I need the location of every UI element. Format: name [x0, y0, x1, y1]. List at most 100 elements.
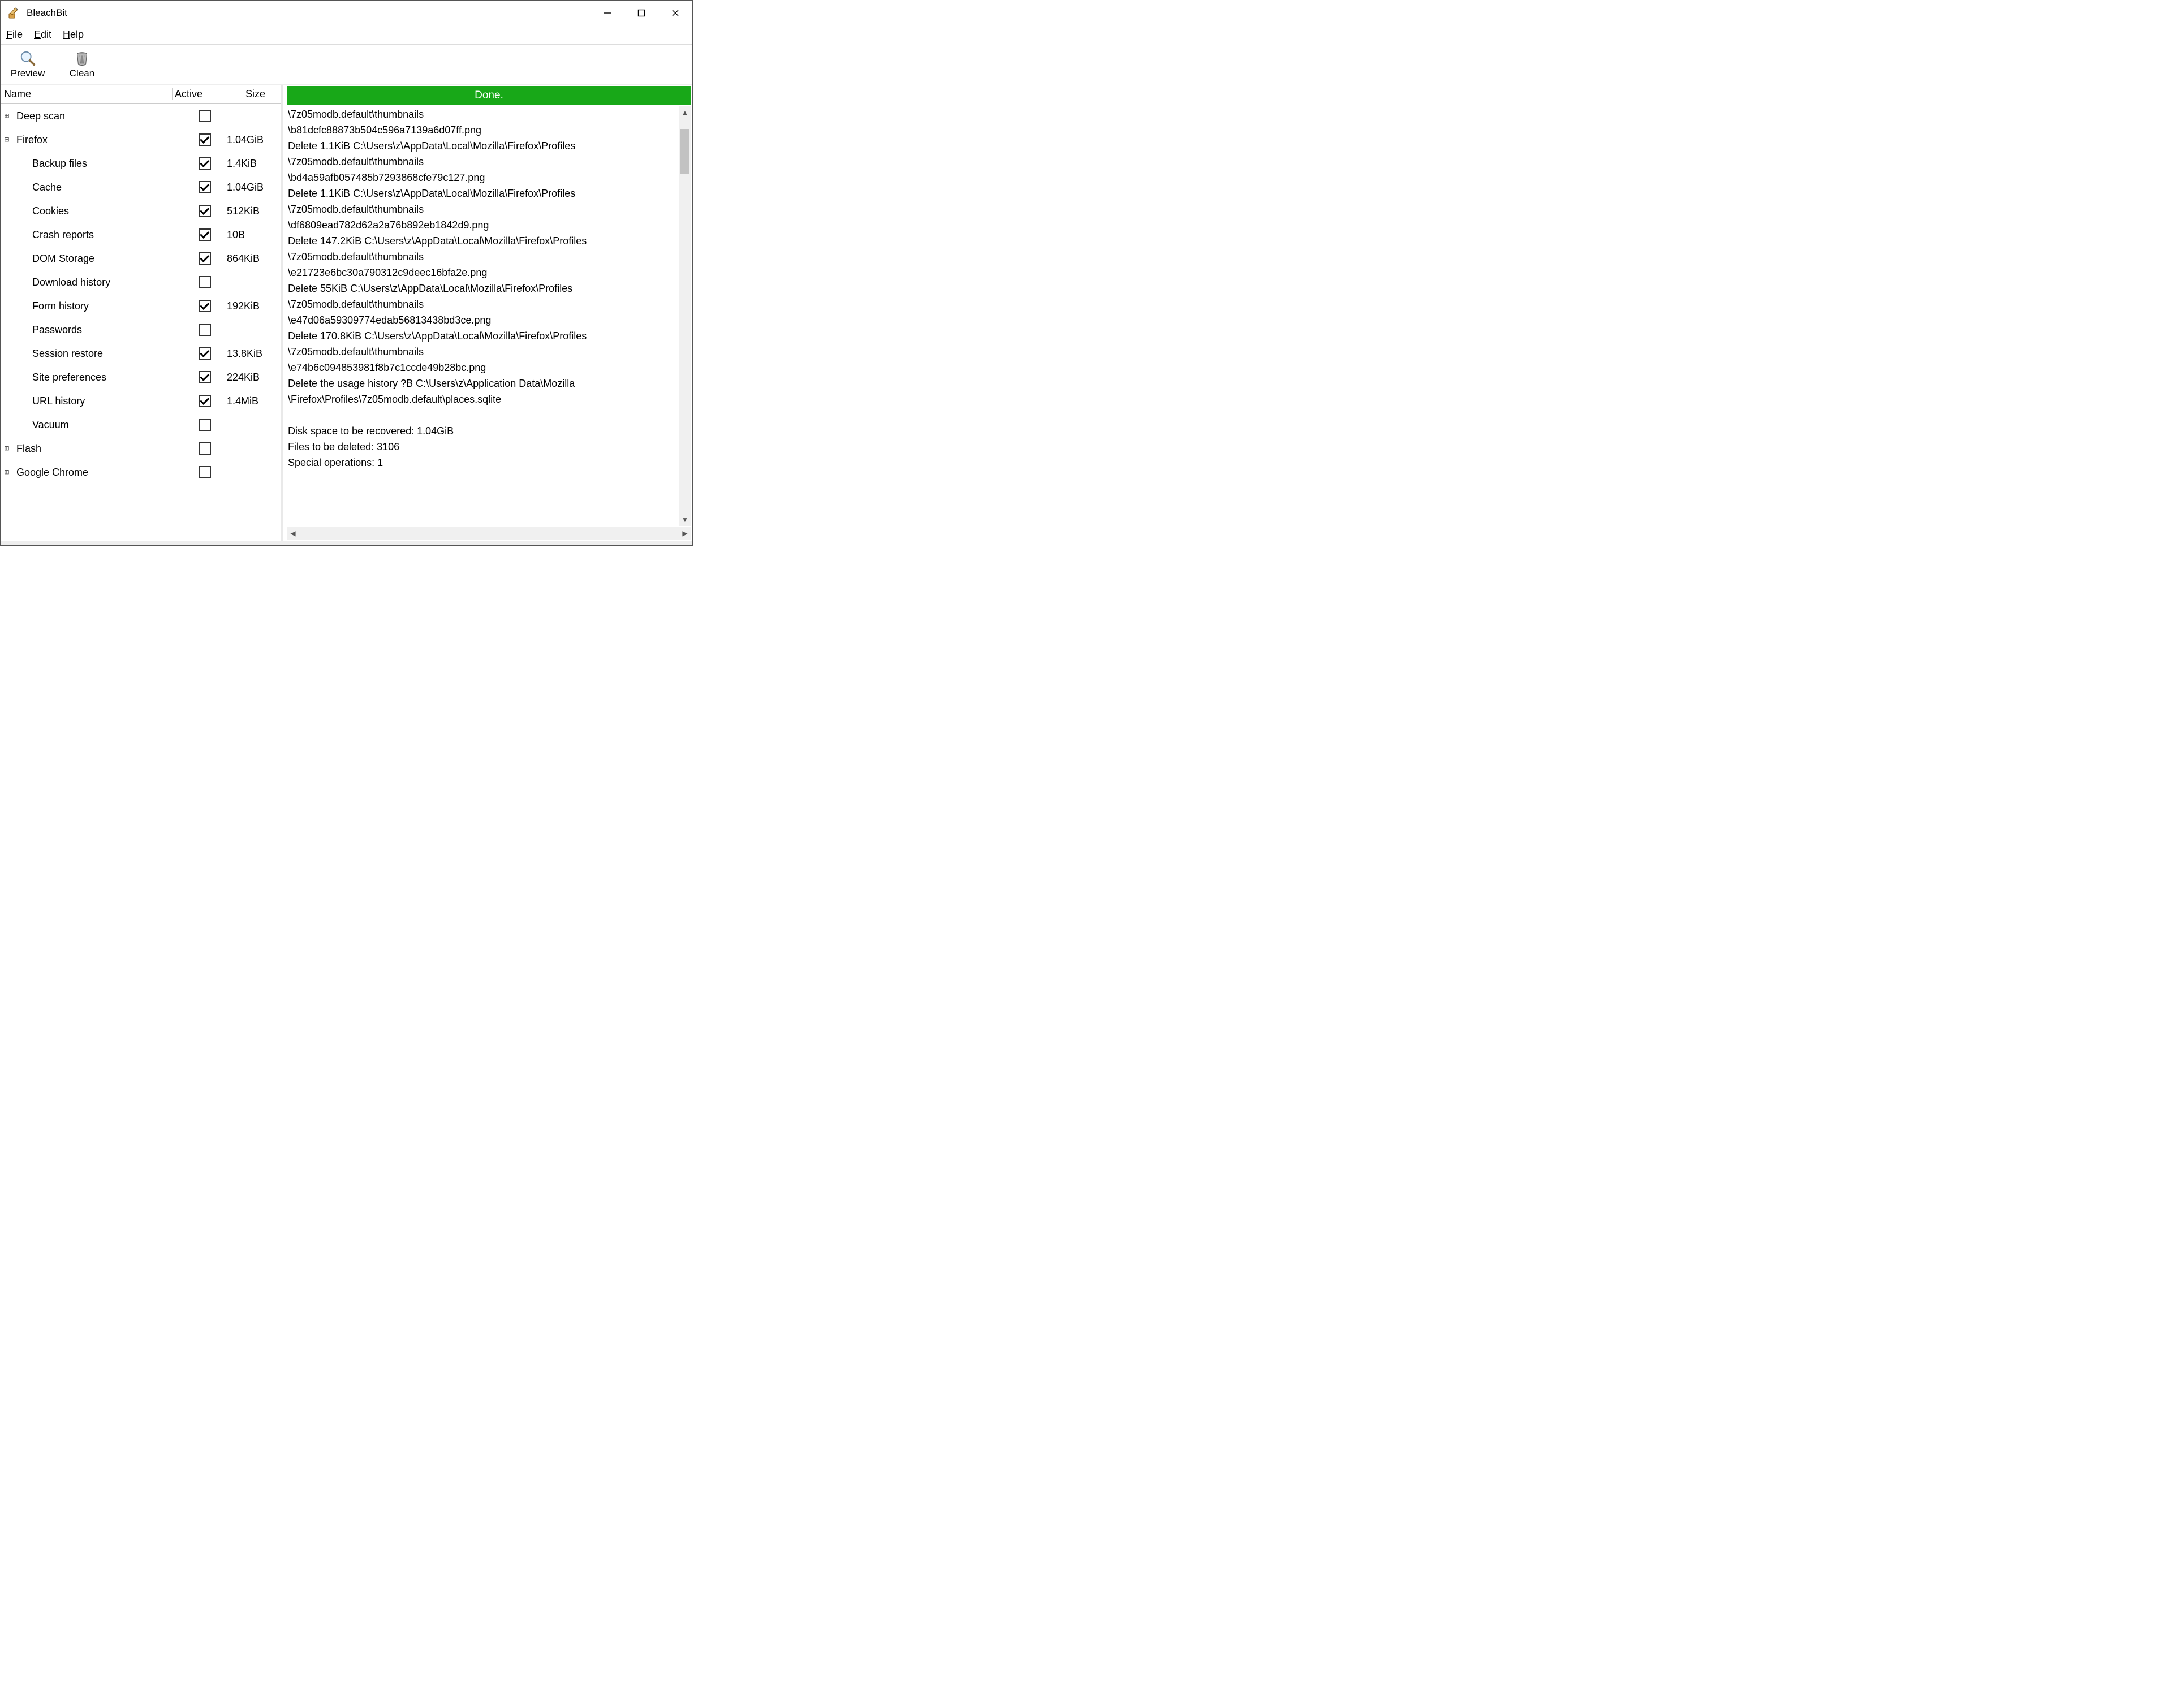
tree-row-label: Site preferences	[13, 372, 185, 383]
app-title: BleachBit	[27, 7, 67, 19]
main-split: Name Active Size ⊞Deep scan⊟Firefox1.04G…	[1, 84, 692, 541]
tree-row-checkbox-cell	[185, 110, 225, 122]
menu-file[interactable]: File	[6, 29, 23, 41]
collapse-icon[interactable]: ⊟	[1, 135, 13, 144]
tree-row[interactable]: Cache 1.04GiB	[1, 175, 281, 199]
tree-row[interactable]: Form history 192KiB	[1, 294, 281, 318]
tree-row-label: Passwords	[13, 324, 185, 336]
tree-header: Name Active Size	[1, 85, 281, 104]
tree-row[interactable]: Vacuum	[1, 413, 281, 437]
log-output[interactable]: \7z05modb.default\thumbnails \b81dcfc888…	[287, 106, 679, 526]
scroll-down-arrow-icon[interactable]: ▼	[679, 514, 691, 526]
tree-row-size: 13.8KiB	[225, 348, 281, 360]
tree-row-checkbox-cell	[185, 371, 225, 383]
checkbox[interactable]	[199, 110, 211, 122]
checkbox[interactable]	[199, 252, 211, 265]
clean-button[interactable]: Clean	[62, 50, 102, 79]
minimize-button[interactable]	[591, 2, 624, 24]
checkbox[interactable]	[199, 419, 211, 431]
checkbox[interactable]	[199, 466, 211, 478]
expand-icon[interactable]: ⊞	[1, 444, 13, 453]
tree-row-size: 1.4KiB	[225, 158, 281, 170]
tree-row-label: Form history	[13, 300, 185, 312]
tree-row-label: Backup files	[13, 158, 185, 170]
column-header-active[interactable]: Active	[173, 88, 212, 100]
tree-row-checkbox-cell	[185, 252, 225, 265]
menu-bar: File Edit Help	[1, 25, 692, 45]
checkbox[interactable]	[199, 395, 211, 407]
tree-row-label: Deep scan	[13, 110, 185, 122]
log-horizontal-scrollbar[interactable]: ◀ ▶	[287, 527, 691, 540]
progress-status: Done.	[287, 86, 691, 105]
close-button[interactable]	[658, 2, 692, 24]
tree-row[interactable]: ⊞Deep scan	[1, 104, 281, 128]
results-pane: Done. \7z05modb.default\thumbnails \b81d…	[283, 85, 692, 541]
checkbox[interactable]	[199, 300, 211, 312]
tree-row[interactable]: Download history	[1, 270, 281, 294]
tree-row[interactable]: Site preferences 224KiB	[1, 365, 281, 389]
column-header-size[interactable]: Size	[212, 88, 269, 100]
preview-button[interactable]: Preview	[7, 50, 48, 79]
tree-row[interactable]: ⊞Flash	[1, 437, 281, 460]
toolbar: Preview Clean	[1, 45, 692, 84]
tree-row-checkbox-cell	[185, 442, 225, 455]
checkbox[interactable]	[199, 276, 211, 288]
app-window: BleachBit File Edit Help Preview	[0, 0, 693, 546]
tree-row-size: 224KiB	[225, 372, 281, 383]
tree-row[interactable]: Session restore 13.8KiB	[1, 342, 281, 365]
checkbox[interactable]	[199, 133, 211, 146]
cleaner-tree-pane: Name Active Size ⊞Deep scan⊟Firefox1.04G…	[1, 85, 283, 541]
tree-row-checkbox-cell	[185, 466, 225, 478]
scroll-left-arrow-icon[interactable]: ◀	[287, 529, 299, 537]
tree-row-checkbox-cell	[185, 419, 225, 431]
tree-row-checkbox-cell	[185, 276, 225, 288]
tree-row-label: Cache	[13, 182, 185, 193]
tree-row-checkbox-cell	[185, 395, 225, 407]
tree-row-checkbox-cell	[185, 205, 225, 217]
tree-row[interactable]: Cookies 512KiB	[1, 199, 281, 223]
tree-row-checkbox-cell	[185, 347, 225, 360]
tree-row[interactable]: URL history1.4MiB	[1, 389, 281, 413]
tree-row[interactable]: ⊞Google Chrome	[1, 460, 281, 484]
tree-row-label: Cookies	[13, 205, 185, 217]
app-icon	[7, 6, 21, 20]
checkbox[interactable]	[199, 228, 211, 241]
tree-row-size: 192KiB	[225, 300, 281, 312]
menu-edit[interactable]: Edit	[34, 29, 51, 41]
checkbox[interactable]	[199, 157, 211, 170]
maximize-button[interactable]	[624, 2, 658, 24]
tree-row[interactable]: Backup files 1.4KiB	[1, 152, 281, 175]
scroll-thumb[interactable]	[680, 129, 689, 174]
checkbox[interactable]	[199, 347, 211, 360]
tree-row-size: 512KiB	[225, 205, 281, 217]
status-strip	[1, 541, 692, 545]
tree-row[interactable]: DOM Storage864KiB	[1, 247, 281, 270]
tree-row-label: Flash	[13, 443, 185, 455]
tree-row-size: 1.04GiB	[225, 182, 281, 193]
log-vertical-scrollbar[interactable]: ▲ ▼	[679, 106, 691, 526]
checkbox[interactable]	[199, 371, 211, 383]
column-header-name[interactable]: Name	[1, 88, 173, 100]
tree-row-checkbox-cell	[185, 157, 225, 170]
tree-row-size: 1.04GiB	[225, 134, 281, 146]
tree-body[interactable]: ⊞Deep scan⊟Firefox1.04GiBBackup files1.4…	[1, 104, 281, 541]
tree-row[interactable]: Passwords	[1, 318, 281, 342]
expand-icon[interactable]: ⊞	[1, 111, 13, 120]
tree-row-label: Session restore	[13, 348, 185, 360]
checkbox[interactable]	[199, 324, 211, 336]
checkbox[interactable]	[199, 442, 211, 455]
tree-row[interactable]: ⊟Firefox1.04GiB	[1, 128, 281, 152]
scroll-right-arrow-icon[interactable]: ▶	[679, 529, 691, 537]
scroll-up-arrow-icon[interactable]: ▲	[679, 106, 691, 119]
checkbox[interactable]	[199, 181, 211, 193]
tree-row-label: DOM Storage	[13, 253, 185, 265]
checkbox[interactable]	[199, 205, 211, 217]
tree-row-label: Vacuum	[13, 419, 185, 431]
tree-row-label: Google Chrome	[13, 467, 185, 478]
hscroll-track[interactable]	[299, 527, 679, 540]
tree-row[interactable]: Crash reports10B	[1, 223, 281, 247]
menu-help[interactable]: Help	[63, 29, 84, 41]
expand-icon[interactable]: ⊞	[1, 468, 13, 477]
tree-row-checkbox-cell	[185, 300, 225, 312]
tree-row-checkbox-cell	[185, 181, 225, 193]
